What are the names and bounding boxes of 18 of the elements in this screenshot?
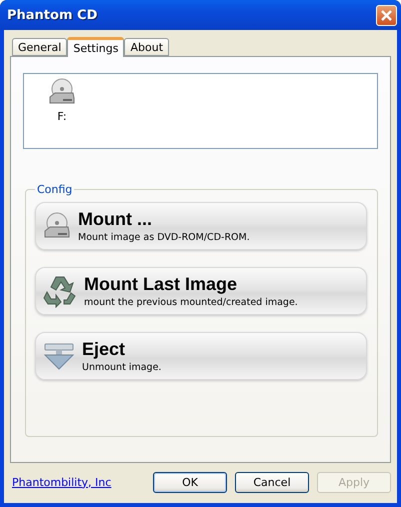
dialog-button[interactable]: Cancel [235,472,309,492]
action-button[interactable]: Eject Unmount image. [35,332,367,380]
close-button[interactable] [376,4,397,26]
action-button[interactable]: Mount Last Image mount the previous mounted/created image. [35,267,367,315]
dialog-button[interactable]: OK [153,472,227,492]
tab[interactable]: About [124,38,170,56]
drive-icon [42,212,72,240]
group-title: Config [36,183,74,196]
eject-icon [42,341,76,371]
drive-icon [47,78,77,106]
action-button[interactable]: Mount ... Mount image as DVD-ROM/CD-ROM. [35,202,367,250]
company-link[interactable]: Phantombility, Inc [12,476,112,488]
recycle-icon [42,274,78,308]
drive-label[interactable]: F: [57,110,67,123]
tab[interactable]: Settings [67,37,124,57]
tab[interactable]: General [12,38,68,56]
window-title: Phantom CD [7,8,98,22]
close-icon [380,8,393,22]
